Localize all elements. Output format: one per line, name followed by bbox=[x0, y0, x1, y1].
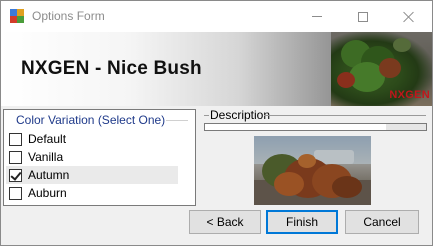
close-icon bbox=[403, 11, 415, 23]
maximize-icon bbox=[358, 11, 368, 22]
option-label: Autumn bbox=[28, 168, 70, 182]
header-banner: NXGEN - Nice Bush NXGEN bbox=[1, 32, 432, 106]
title-bar: Options Form bbox=[1, 1, 432, 32]
autumn-checkbox[interactable] bbox=[9, 168, 22, 182]
maximize-button[interactable] bbox=[340, 1, 386, 32]
scrollbar[interactable] bbox=[386, 124, 426, 130]
option-label: Vanilla bbox=[28, 150, 64, 164]
group-border-line bbox=[264, 115, 426, 116]
auburn-checkbox[interactable] bbox=[9, 186, 22, 200]
option-default[interactable]: Default bbox=[6, 130, 178, 148]
option-auburn[interactable]: Auburn bbox=[6, 184, 178, 202]
option-vanilla[interactable]: Vanilla bbox=[6, 148, 178, 166]
option-autumn[interactable]: Autumn bbox=[6, 166, 178, 184]
brand-logo: NXGEN bbox=[389, 89, 430, 101]
description-label: Description bbox=[210, 108, 271, 122]
variation-preview-image bbox=[254, 136, 371, 205]
product-title: NXGEN - Nice Bush bbox=[21, 58, 202, 79]
back-button[interactable]: < Back bbox=[189, 210, 261, 234]
default-checkbox[interactable] bbox=[9, 132, 22, 146]
cancel-button[interactable]: Cancel bbox=[345, 210, 419, 234]
app-window-icon bbox=[10, 9, 24, 23]
description-group: Description bbox=[200, 106, 430, 124]
color-variation-group: Color Variation (Select One) Default Van… bbox=[3, 109, 196, 206]
group-border-line bbox=[166, 120, 188, 121]
bush-banner-image: NXGEN bbox=[331, 32, 432, 106]
close-button[interactable] bbox=[386, 1, 432, 32]
vanilla-checkbox[interactable] bbox=[9, 150, 22, 164]
color-variation-caption: Color Variation (Select One) bbox=[14, 113, 168, 127]
options-form-window: Options Form NXGEN - Nice Bush NXGEN Col… bbox=[0, 0, 433, 246]
finish-button[interactable]: Finish bbox=[266, 210, 338, 234]
group-border-line bbox=[204, 115, 209, 116]
window-title: Options Form bbox=[32, 9, 105, 23]
minimize-icon bbox=[312, 16, 322, 17]
option-label: Auburn bbox=[28, 186, 67, 200]
description-textbox[interactable] bbox=[204, 123, 427, 131]
minimize-button[interactable] bbox=[294, 1, 340, 32]
option-label: Default bbox=[28, 132, 67, 146]
